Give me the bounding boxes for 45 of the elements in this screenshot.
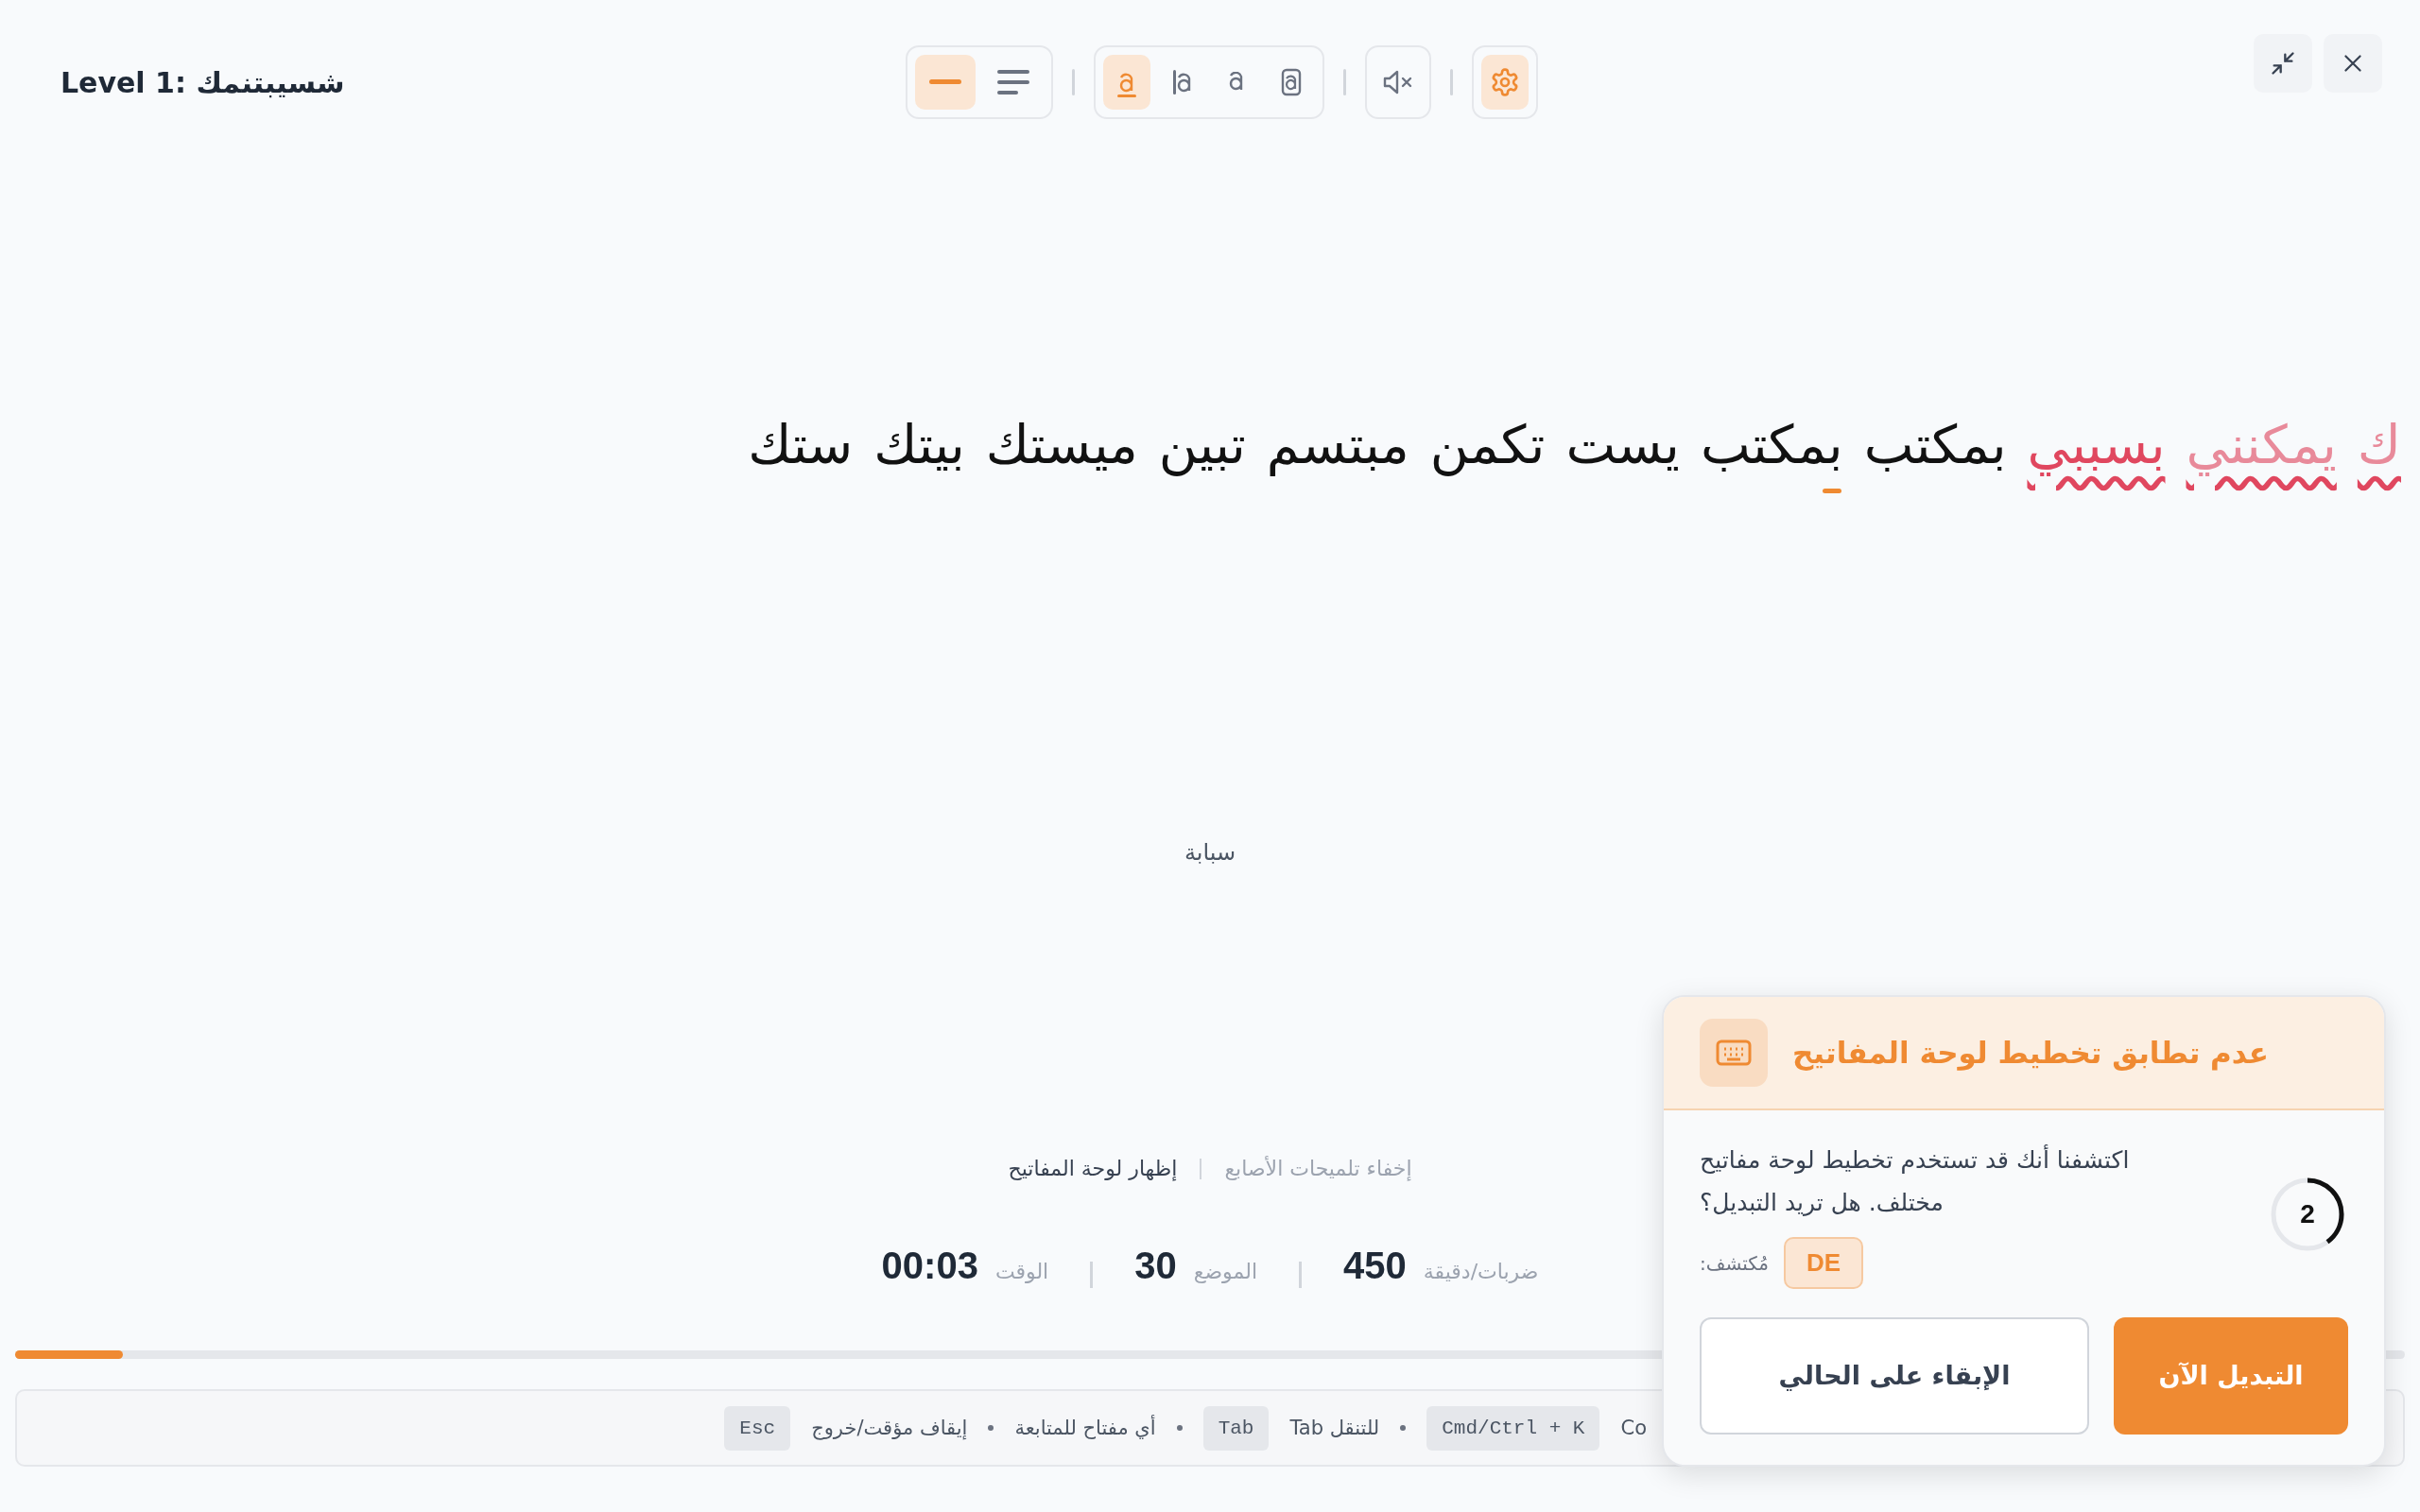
toggle-link[interactable]: إظهار لوحة المفاتيح: [1008, 1153, 1178, 1185]
keyboard-icon: [1700, 1019, 1768, 1087]
letter-icon: [1227, 72, 1245, 93]
close-button[interactable]: [2324, 34, 2382, 93]
line-mode-button[interactable]: [914, 55, 976, 110]
shortcut-label: إيقاف مؤقت/خروج: [811, 1415, 968, 1442]
detected-label: مُكتشف:: [1700, 1250, 1770, 1277]
word: ميستك: [985, 413, 1138, 477]
word: ستك: [748, 413, 854, 477]
lines-icon: [996, 70, 1029, 94]
layout-badge: DE: [1784, 1237, 1864, 1289]
stat-label: الوقت: [994, 1259, 1049, 1286]
key-badge: Esc: [724, 1405, 791, 1452]
word: بيتك: [873, 413, 965, 477]
word: بمكتب: [1863, 413, 2007, 477]
countdown-number: 2: [2300, 1197, 2315, 1230]
shortcut-label: Co: [1620, 1415, 1647, 1441]
word: يمكنني: [2186, 413, 2337, 478]
word: بسببي: [2027, 413, 2166, 478]
shortcut-label: للتنقل Tab: [1289, 1415, 1380, 1441]
shortcut-label: أي مفتاح للمتابعة: [1014, 1414, 1156, 1441]
word: ك: [2357, 413, 2401, 477]
key-badge: Tab: [1202, 1405, 1270, 1452]
dialog-title: عدم تطابق تخطيط لوحة المفاتيح: [1792, 1034, 2269, 1073]
boxed-letter-icon: [1280, 66, 1302, 98]
keep-current-button[interactable]: الإبقاء على الحالي: [1700, 1317, 2089, 1435]
collapse-icon: [2270, 50, 2296, 77]
stat-value: 00:03: [881, 1244, 978, 1289]
settings-button[interactable]: [1480, 55, 1529, 110]
word: يست: [1565, 413, 1680, 477]
word: مبتسم: [1266, 413, 1409, 478]
stat-value: 450: [1343, 1244, 1407, 1289]
underline-cursor-button[interactable]: [1102, 55, 1150, 110]
dialog-message: اكتشفنا أنك قد تستخدم تخطيط لوحة مفاتيح مختلف. هل تريد التبديل؟: [1700, 1143, 2131, 1218]
stat-label: الموضع: [1193, 1259, 1257, 1286]
level-title: Level 1: شسيبتنمك: [60, 64, 346, 101]
stat-value: 30: [1134, 1244, 1177, 1289]
word: تبين: [1158, 413, 1246, 478]
finger-hint: سبابة: [1184, 838, 1236, 868]
key-badge: Cmd/Ctrl + K: [1426, 1405, 1600, 1452]
stat-label: ضربات/دقيقة: [1423, 1259, 1539, 1286]
word: بمكتب: [1700, 408, 1843, 496]
minimize-button[interactable]: [2254, 34, 2312, 93]
muted-speaker-icon: [1381, 69, 1414, 95]
word: تكمن: [1429, 413, 1546, 478]
